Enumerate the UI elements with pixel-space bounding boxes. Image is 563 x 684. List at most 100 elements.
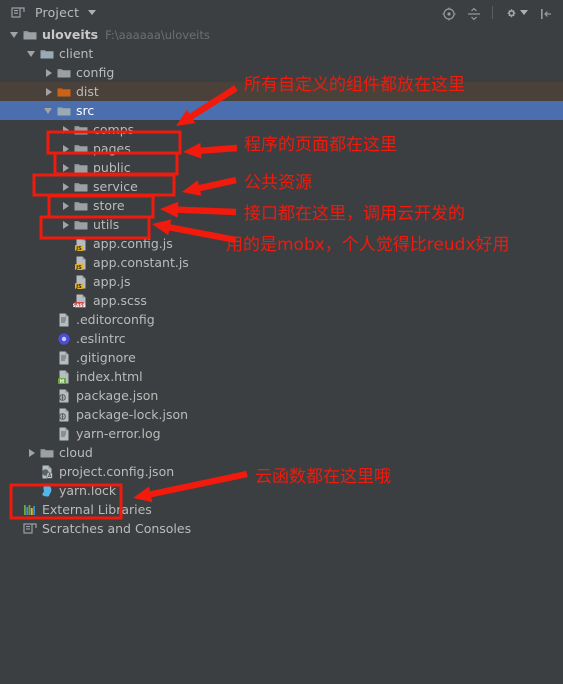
svg-text:JS: JS xyxy=(75,283,82,289)
tree-row-label: Scratches and Consoles xyxy=(42,521,192,536)
chevron-right-icon[interactable] xyxy=(61,201,70,210)
gear-icon[interactable] xyxy=(504,6,518,20)
tree-row-app-js[interactable]: JS app.js xyxy=(0,272,563,291)
libraries-icon xyxy=(22,502,38,518)
chevron-right-icon[interactable] xyxy=(61,163,70,172)
folder-src-icon xyxy=(39,46,55,62)
svg-text:H: H xyxy=(60,378,64,384)
toolbar-actions xyxy=(442,6,563,20)
folder-icon xyxy=(73,122,89,138)
file-json-icon xyxy=(56,407,72,423)
hide-panel-icon[interactable] xyxy=(539,6,553,20)
folder-icon xyxy=(73,141,89,157)
tree-row-src[interactable]: src xyxy=(0,101,563,120)
tree-row-label: public xyxy=(93,160,131,175)
file-json-icon xyxy=(56,388,72,404)
tree-row-uloveits[interactable]: uloveits F:\aaaaaa\uloveits xyxy=(0,25,563,44)
chevron-down-icon[interactable] xyxy=(88,10,97,15)
tree-row-label: External Libraries xyxy=(42,502,152,517)
tree-row-client[interactable]: client xyxy=(0,44,563,63)
folder-src-icon xyxy=(56,103,72,119)
file-js-icon: JS xyxy=(73,274,89,290)
project-title-group[interactable]: Project xyxy=(0,5,97,21)
tree-row-label: app.constant.js xyxy=(93,255,189,270)
tree-row-scratches-and-consoles[interactable]: Scratches and Consoles xyxy=(0,519,563,538)
tree-row-label: config xyxy=(76,65,115,80)
folder-icon xyxy=(73,179,89,195)
tree-row-app-scss[interactable]: SASS app.scss xyxy=(0,291,563,310)
tree-row-config[interactable]: config xyxy=(0,63,563,82)
file-text-icon xyxy=(56,426,72,442)
tree-row-package-json[interactable]: package.json xyxy=(0,386,563,405)
file-json-alt-icon: A xyxy=(39,464,55,480)
tree-row-gitignore[interactable]: .gitignore xyxy=(0,348,563,367)
tree-row-index-html[interactable]: Hindex.html xyxy=(0,367,563,386)
folder-icon xyxy=(73,198,89,214)
chevron-right-icon[interactable] xyxy=(61,220,70,229)
tree-row-dist[interactable]: dist xyxy=(0,82,563,101)
chevron-down-icon[interactable] xyxy=(10,30,19,39)
tree-row-label: client xyxy=(59,46,94,61)
file-js-icon: JS xyxy=(73,255,89,271)
chevron-down-icon[interactable] xyxy=(27,49,36,58)
tree-row-yarn-lock[interactable]: yarn.lock xyxy=(0,481,563,500)
chevron-right-icon[interactable] xyxy=(61,182,70,191)
project-file-tree[interactable]: uloveits F:\aaaaaa\uloveits client config… xyxy=(0,25,563,684)
folder-icon xyxy=(73,217,89,233)
settings-group[interactable] xyxy=(504,6,528,20)
tree-row-utils[interactable]: utils xyxy=(0,215,563,234)
tree-row-app-config-js[interactable]: JS app.config.js xyxy=(0,234,563,253)
svg-text:JS: JS xyxy=(75,245,82,251)
chevron-right-icon[interactable] xyxy=(44,68,53,77)
tree-row-package-lock-json[interactable]: package-lock.json xyxy=(0,405,563,424)
tree-row-app-constant-js[interactable]: JS app.constant.js xyxy=(0,253,563,272)
tree-row-path: F:\aaaaaa\uloveits xyxy=(105,27,210,42)
file-text-icon xyxy=(56,312,72,328)
chevron-right-icon[interactable] xyxy=(61,125,70,134)
project-panel-icon xyxy=(10,5,26,21)
folder-icon xyxy=(56,65,72,81)
tree-row-label: service xyxy=(93,179,138,194)
tree-row-editorconfig[interactable]: .editorconfig xyxy=(0,310,563,329)
file-scss-icon: SASS xyxy=(73,293,89,309)
gear-dropdown-chevron-icon[interactable] xyxy=(520,10,528,15)
tree-row-label: uloveits xyxy=(42,27,99,42)
tree-row-external-libraries[interactable]: External Libraries xyxy=(0,500,563,519)
collapse-all-icon[interactable] xyxy=(467,6,481,20)
tree-row-label: package-lock.json xyxy=(76,407,189,422)
chevron-down-icon[interactable] xyxy=(44,106,53,115)
tree-row-label: index.html xyxy=(76,369,143,384)
tree-row-label: package.json xyxy=(76,388,159,403)
chevron-right-icon[interactable] xyxy=(44,87,53,96)
chevron-right-icon[interactable] xyxy=(61,144,70,153)
svg-text:JS: JS xyxy=(75,264,82,270)
tree-row-yarn-error-log[interactable]: yarn-error.log xyxy=(0,424,563,443)
chevron-right-icon[interactable] xyxy=(27,448,36,457)
tree-row-store[interactable]: store xyxy=(0,196,563,215)
tree-row-public[interactable]: public xyxy=(0,158,563,177)
tree-row-eslintrc[interactable]: .eslintrc xyxy=(0,329,563,348)
tree-row-cloud[interactable]: cloud xyxy=(0,443,563,462)
tree-row-label: app.scss xyxy=(93,293,147,308)
tree-row-comps[interactable]: comps xyxy=(0,120,563,139)
file-js-icon: JS xyxy=(73,236,89,252)
folder-icon xyxy=(39,445,55,461)
tree-row-label: pages xyxy=(93,141,131,156)
tree-row-service[interactable]: service xyxy=(0,177,563,196)
svg-text:A: A xyxy=(48,473,52,479)
locate-file-icon[interactable] xyxy=(442,6,456,20)
file-text-icon xyxy=(56,350,72,366)
tree-row-project-config-json[interactable]: Aproject.config.json xyxy=(0,462,563,481)
tree-row-label: app.config.js xyxy=(93,236,173,251)
tree-row-pages[interactable]: pages xyxy=(0,139,563,158)
